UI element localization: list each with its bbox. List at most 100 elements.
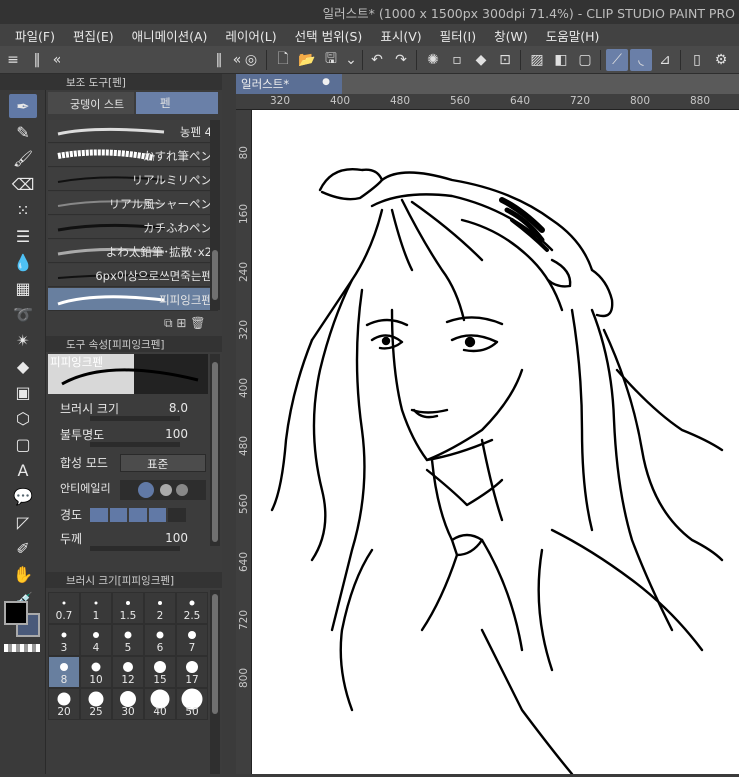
antialias-medium-option[interactable]	[160, 484, 172, 496]
brush-size-preset[interactable]: 1.5	[112, 592, 144, 624]
brush-size-preset[interactable]: 4	[80, 624, 112, 656]
opacity-row[interactable]: 불투명도 100	[48, 424, 208, 450]
opacity-value[interactable]: 100	[165, 427, 188, 441]
invert-selection-icon[interactable]: ◧	[550, 49, 572, 71]
menu-selection[interactable]: 선택 범위(S)	[286, 26, 372, 45]
clear-icon[interactable]: ▫	[446, 49, 468, 71]
correct-line-tool-icon[interactable]: ✐	[9, 536, 37, 560]
hand-tool-icon[interactable]: ✋	[9, 562, 37, 586]
menu-edit[interactable]: 편집(E)	[64, 26, 123, 45]
collapse-left-icon[interactable]: «	[46, 49, 68, 71]
transform-icon[interactable]: ⊡	[494, 49, 516, 71]
settings-icon[interactable]: ⚙	[710, 49, 732, 71]
brush-size-preset[interactable]: 8	[48, 656, 80, 688]
brush-size-preset[interactable]: 25	[80, 688, 112, 720]
menu-help[interactable]: 도움말(H)	[537, 26, 609, 45]
airbrush-tool-icon[interactable]: ⁙	[9, 198, 37, 222]
snap-special-ruler-icon[interactable]: ◟	[630, 49, 652, 71]
tool-property-scrollbar[interactable]	[210, 354, 220, 546]
brush-size-preset[interactable]: 30	[112, 688, 144, 720]
brush-size-preset[interactable]: 2.5	[176, 592, 208, 624]
pen-tool-icon[interactable]: ✒	[9, 94, 37, 118]
brush-size-preset[interactable]: 17	[176, 656, 208, 688]
antialias-options[interactable]	[120, 480, 206, 500]
blend-mode-row[interactable]: 합성 모드 표준	[48, 452, 208, 478]
tab-pen[interactable]: 펜	[136, 92, 218, 114]
brush-size-scrollbar[interactable]	[210, 590, 220, 774]
menu-layer[interactable]: 레이어(L)	[216, 26, 285, 45]
new-file-icon[interactable]: 🗋	[272, 49, 294, 71]
text-tool-icon[interactable]: A	[9, 458, 37, 482]
brush-size-preset[interactable]: 1	[80, 592, 112, 624]
menu-window[interactable]: 창(W)	[485, 26, 537, 45]
brush-size-preset[interactable]: 0.7	[48, 592, 80, 624]
brush-size-preset[interactable]: 2	[144, 592, 176, 624]
brush-item[interactable]: 6px이상으로쓰면죽는펜	[48, 264, 218, 287]
add-subtool-icon[interactable]: ⊞	[176, 316, 186, 330]
thickness-row[interactable]: 두께 100	[48, 528, 208, 554]
thickness-value[interactable]: 100	[165, 531, 188, 545]
auto-select-tool-icon[interactable]: ✴	[9, 328, 37, 352]
tab-subtool-group[interactable]: 궁뎅이 스트	[48, 92, 134, 114]
hide-outside-selection-icon[interactable]: ▨	[526, 49, 548, 71]
menu-filter[interactable]: 필터(I)	[431, 26, 485, 45]
save-dropdown-icon[interactable]: ⌄	[340, 49, 362, 71]
menu-file[interactable]: 파일(F)	[6, 26, 64, 45]
fill-icon[interactable]: ◆	[470, 49, 492, 71]
loading-icon[interactable]: ✺	[422, 49, 444, 71]
brush-size-preset[interactable]: 50	[176, 688, 208, 720]
brush-tool-icon[interactable]: 🖌	[9, 146, 37, 170]
eraser-tool-icon[interactable]: ⌫	[9, 172, 37, 196]
brush-size-row[interactable]: 브러시 크기 8.0	[48, 398, 208, 424]
brush-size-preset[interactable]: 10	[80, 656, 112, 688]
gradient-tool-icon[interactable]: ▣	[9, 380, 37, 404]
object-tool-icon[interactable]: ⬡	[9, 406, 37, 430]
blend-mode-select[interactable]: 표준	[120, 454, 206, 472]
brush-item[interactable]: よわ太鉛筆･拡散･x2	[48, 240, 218, 263]
brush-size-preset[interactable]: 7	[176, 624, 208, 656]
brush-item[interactable]: 농펜 4	[48, 120, 218, 143]
undo-icon[interactable]: ↶	[366, 49, 388, 71]
brush-size-preset[interactable]: 12	[112, 656, 144, 688]
save-icon[interactable]: 🖫	[320, 49, 342, 71]
hardness-row[interactable]: 경도	[48, 504, 208, 530]
document-tab[interactable]: 일러스트* ●	[236, 74, 342, 94]
redo-icon[interactable]: ↷	[390, 49, 412, 71]
blend-tool-icon[interactable]: 💧	[9, 250, 37, 274]
brush-size-preset[interactable]: 40	[144, 688, 176, 720]
brush-size-preset[interactable]: 3	[48, 624, 80, 656]
clip-studio-icon[interactable]: ◎	[240, 49, 262, 71]
main-color-swatch[interactable]	[4, 601, 28, 625]
brush-size-value[interactable]: 8.0	[169, 401, 188, 415]
brush-item[interactable]: リアル風シャーペン	[48, 192, 218, 215]
antialias-row[interactable]: 안티에일리	[48, 478, 208, 504]
snap-ruler-icon[interactable]: ⟋	[606, 49, 628, 71]
hardness-slider[interactable]	[90, 508, 186, 522]
brush-item[interactable]: かすれ筆ペン	[48, 144, 218, 167]
open-file-icon[interactable]: 📂	[296, 49, 318, 71]
brush-size-preset[interactable]: 5	[112, 624, 144, 656]
frame-tool-icon[interactable]: ▢	[9, 432, 37, 456]
copy-subtool-icon[interactable]: ⧉	[164, 316, 173, 330]
menu-animation[interactable]: 애니메이션(A)	[123, 26, 217, 45]
selection-border-icon[interactable]: ▢	[574, 49, 596, 71]
decoration-tool-icon[interactable]: ☰	[9, 224, 37, 248]
brush-list-scrollbar[interactable]	[210, 120, 220, 310]
lasso-tool-icon[interactable]: ➰	[9, 302, 37, 326]
brush-size-preset[interactable]: 15	[144, 656, 176, 688]
menu-view[interactable]: 표시(V)	[371, 26, 430, 45]
delete-subtool-icon[interactable]: 🗑	[190, 316, 205, 330]
brush-item-selected[interactable]: 피피잉크펜	[48, 288, 218, 311]
brush-size-preset[interactable]: 20	[48, 688, 80, 720]
panel-collapse-icon[interactable]: ≡	[2, 49, 24, 71]
antialias-weak-option[interactable]	[138, 482, 154, 498]
fill-tool-icon[interactable]: ◆	[9, 354, 37, 378]
snap-grid-icon[interactable]: ⊿	[654, 49, 676, 71]
ruler-tool-icon[interactable]: ◸	[9, 510, 37, 534]
brush-item[interactable]: カチふわペン	[48, 216, 218, 239]
transparent-color-swatch[interactable]	[4, 644, 40, 652]
close-tab-icon[interactable]: ●	[322, 77, 330, 87]
grid-tool-icon[interactable]: ▦	[9, 276, 37, 300]
pencil-tool-icon[interactable]: ✎	[9, 120, 37, 144]
brush-item[interactable]: リアルミリペン	[48, 168, 218, 191]
